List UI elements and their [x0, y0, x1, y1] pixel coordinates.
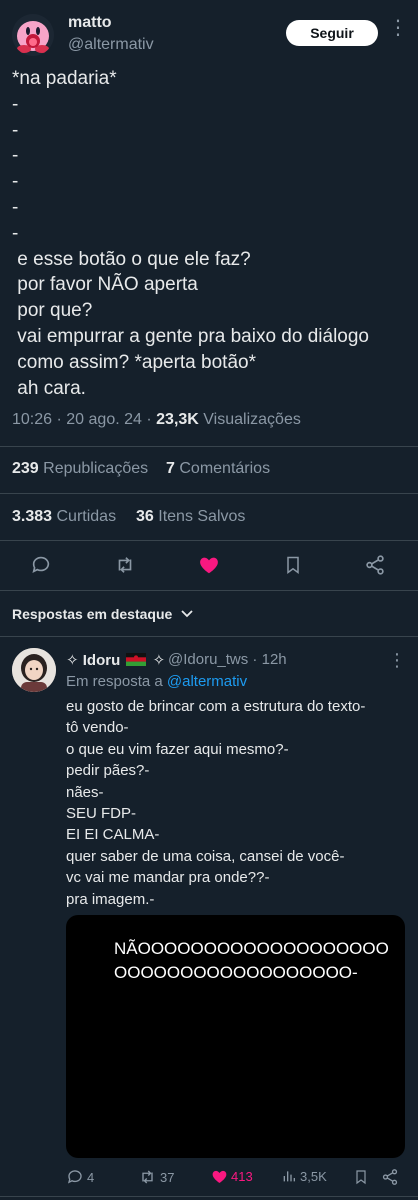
reply-media-image[interactable]: NÃOOOOOOOOOOOOOOOOOOO OOOOOOOOOOOOOOOOOO…: [66, 915, 405, 1158]
bookmark-icon: [287, 556, 299, 574]
replying-to: Em resposta a @altermativ: [66, 673, 248, 690]
more-dots-icon[interactable]: ⋮: [388, 18, 408, 38]
reply-button[interactable]: [28, 552, 54, 578]
reply-media-text: NÃOOOOOOOOOOOOOOOOOOO OOOOOOOOOOOOOOOOOO…: [114, 939, 389, 982]
divider: [0, 1196, 418, 1197]
highlighted-replies-dropdown[interactable]: Respostas em destaque: [12, 606, 194, 622]
heart-icon: [200, 557, 218, 574]
divider: [0, 446, 418, 447]
reply-author-name[interactable]: ✧ Idoru ✧: [66, 651, 165, 669]
author-display-name[interactable]: matto: [68, 14, 112, 32]
follow-button[interactable]: Seguir: [286, 20, 378, 46]
divider: [0, 590, 418, 591]
views-label: Visualizações: [203, 411, 301, 428]
divider: [0, 540, 418, 541]
reposts-stat[interactable]: 239 Republicações: [12, 460, 148, 478]
share-icon: [382, 1169, 398, 1185]
author-avatar[interactable]: [12, 14, 54, 56]
reply-share-button[interactable]: [381, 1168, 399, 1186]
reply-like-button[interactable]: 413: [211, 1168, 253, 1185]
reply-time[interactable]: 12h: [262, 651, 287, 668]
chevron-down-icon: [181, 610, 193, 618]
divider: [0, 636, 418, 637]
flag-icon: [126, 653, 147, 666]
repost-arrows-icon: [118, 557, 132, 573]
reply-author-meta: @Idoru_tws · 12h: [168, 651, 287, 668]
tweet-date[interactable]: 20 ago. 24: [66, 411, 142, 428]
heart-icon: [212, 1170, 227, 1183]
reply-author-handle[interactable]: @Idoru_tws: [168, 651, 248, 668]
tweet-text: *na padaria* - - - - - - e esse botão o …: [12, 68, 370, 399]
reply-text: eu gosto de brincar com a estrutura do t…: [66, 698, 366, 908]
reply-repost-button[interactable]: 37: [138, 1168, 174, 1186]
divider: [0, 493, 418, 494]
tweet-time[interactable]: 10:26: [12, 411, 52, 428]
saves-stat[interactable]: 36 Itens Salvos: [136, 508, 245, 526]
bar-chart-icon: [283, 1171, 295, 1182]
bookmark-icon: [356, 1170, 366, 1185]
reply-bookmark-button[interactable]: [353, 1168, 369, 1186]
reply-reply-button[interactable]: 4: [66, 1168, 94, 1186]
share-button[interactable]: [362, 552, 388, 578]
views-count: 23,3K: [156, 411, 199, 428]
more-dots-icon[interactable]: ⋮: [388, 650, 406, 671]
reply-author-avatar[interactable]: [12, 648, 56, 692]
reply-views-button[interactable]: 3,5K: [281, 1168, 327, 1184]
like-button[interactable]: [196, 552, 222, 578]
tweet-meta: 10:26 · 20 ago. 24 · 23,3K Visualizações: [12, 411, 301, 428]
author-handle[interactable]: @altermativ: [68, 36, 154, 54]
comments-stat[interactable]: 7 Comentários: [166, 460, 270, 478]
share-icon: [366, 555, 384, 575]
replying-to-handle[interactable]: @altermativ: [167, 673, 247, 690]
bookmark-button[interactable]: [280, 552, 306, 578]
likes-stat[interactable]: 3.383 Curtidas: [12, 508, 116, 526]
speech-bubble-icon: [67, 1170, 82, 1184]
repost-arrows-icon: [142, 1170, 153, 1184]
speech-bubble-icon: [32, 556, 50, 573]
repost-button[interactable]: [112, 552, 138, 578]
